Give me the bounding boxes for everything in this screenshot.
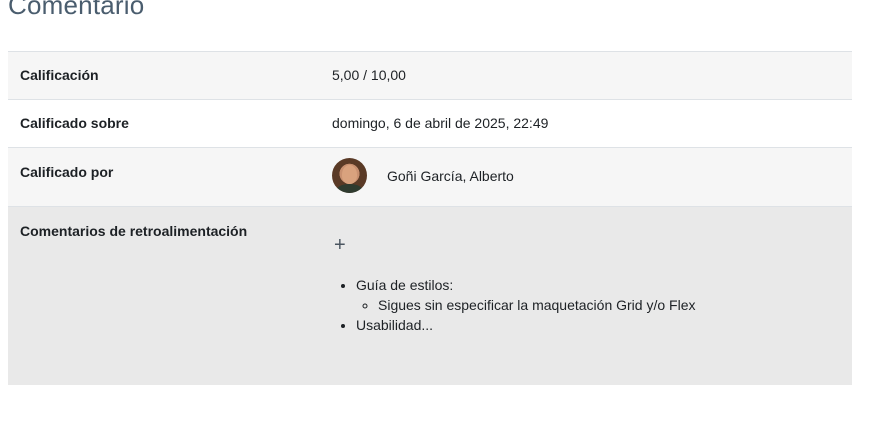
feedback-list: Guía de estilos: Sigues sin especificar … [332, 275, 852, 335]
feedback-item-text: Guía de estilos: [356, 277, 454, 293]
list-item: Guía de estilos: Sigues sin especificar … [356, 275, 852, 315]
feedback-cell: + Guía de estilos: Sigues sin especifica… [332, 207, 852, 385]
feedback-sublist: Sigues sin especificar la maquetación Gr… [356, 295, 852, 315]
graded-on-row: Calificado sobre domingo, 6 de abril de … [8, 99, 852, 148]
section-title: Comentario [8, 0, 145, 20]
feedback-row: Comentarios de retroalimentación + Guía … [8, 206, 852, 385]
graded-by-cell: Goñi García, Alberto [332, 148, 852, 207]
feedback-label: Comentarios de retroalimentación [20, 223, 248, 239]
graded-by-row: Calificado por Goñi García, Alberto [8, 147, 852, 207]
grader-name: Goñi García, Alberto [387, 167, 514, 184]
graded-on-value: domingo, 6 de abril de 2025, 22:49 [332, 115, 549, 131]
plus-icon[interactable]: + [334, 235, 346, 255]
grade-row: Calificación 5,00 / 10,00 [8, 51, 852, 100]
list-item: Sigues sin especificar la maquetación Gr… [378, 295, 852, 315]
grader: Goñi García, Alberto [332, 158, 852, 193]
list-item: Usabilidad... [356, 315, 852, 335]
feedback-table: Calificación 5,00 / 10,00 Calificado sob… [8, 51, 852, 385]
graded-on-label: Calificado sobre [20, 115, 129, 131]
feedback-page: Comentario Calificación 5,00 / 10,00 Cal… [0, 0, 879, 429]
avatar [332, 158, 367, 193]
graded-by-label: Calificado por [20, 164, 114, 180]
grade-label: Calificación [20, 67, 99, 83]
grade-value: 5,00 / 10,00 [332, 67, 406, 83]
